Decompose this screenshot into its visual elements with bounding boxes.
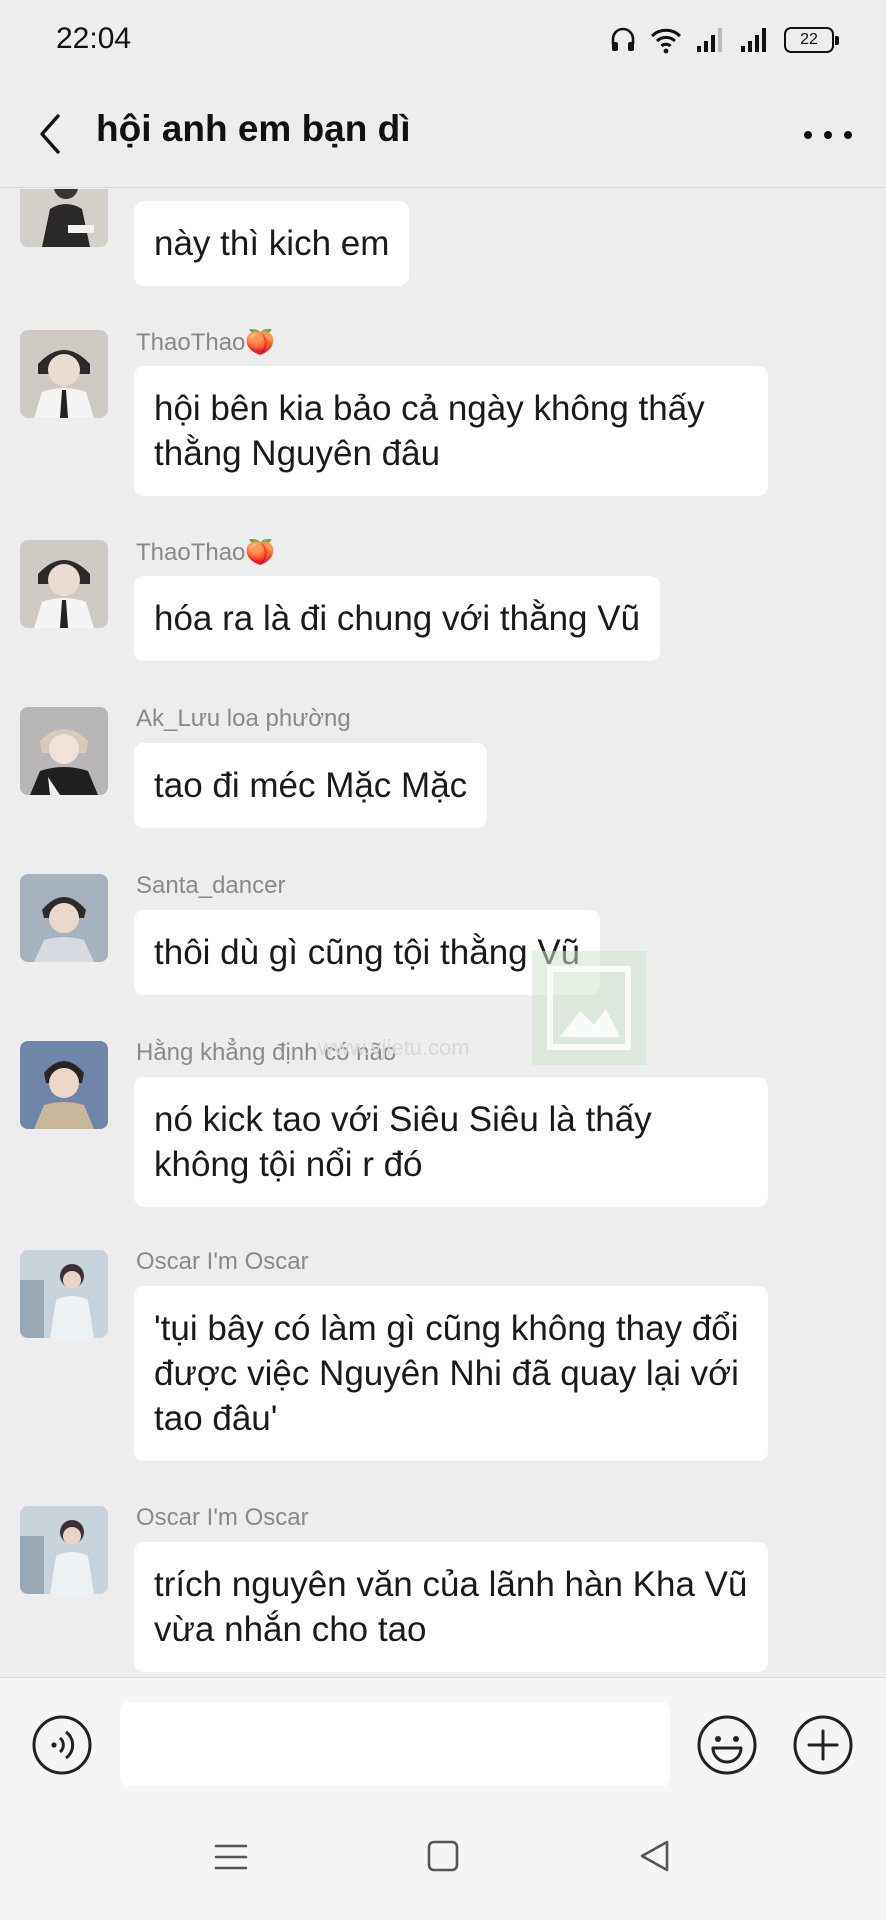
chat-title: hội anh em bạn dì <box>96 108 411 149</box>
message-text: trích nguyên văn của lãnh hàn Kha Vũ vừa… <box>154 1565 748 1649</box>
sender-name: ThaoThao🍑 <box>136 539 276 566</box>
avatar[interactable] <box>20 189 108 247</box>
headphones-icon <box>611 27 635 51</box>
battery-icon: 22 <box>784 27 839 53</box>
home-icon[interactable] <box>426 1838 460 1874</box>
input-bar <box>0 1677 886 1810</box>
person-photo-icon <box>20 540 108 628</box>
sender-name: Santa_dancer <box>136 872 286 899</box>
person-photo-icon <box>20 874 108 962</box>
avatar[interactable] <box>20 874 108 962</box>
signal-icon <box>697 28 722 52</box>
sender-name: Oscar I'm Oscar <box>136 1504 309 1531</box>
back-button[interactable] <box>30 110 74 158</box>
emoji-button[interactable] <box>696 1714 758 1776</box>
message-bubble[interactable]: trích nguyên văn của lãnh hàn Kha Vũ vừa… <box>134 1542 768 1672</box>
sender-name: Oscar I'm Oscar <box>136 1248 309 1275</box>
status-icons: 22 <box>610 22 839 58</box>
status-time: 22:04 <box>56 22 132 55</box>
avatar[interactable] <box>20 1506 108 1594</box>
person-photo-icon <box>20 1250 108 1338</box>
menu-icon[interactable] <box>214 1840 248 1874</box>
person-photo-icon <box>20 1506 108 1594</box>
message-bubble[interactable]: hóa ra là đi chung với thằng Vũ <box>134 576 661 661</box>
message-text: hội bên kia bảo cả ngày không thấy thằng… <box>154 389 705 473</box>
message-text: thôi dù gì cũng tội thằng Vũ <box>154 933 581 972</box>
message-text: 'tụi bây có làm gì cũng không thay đổi đ… <box>154 1309 739 1438</box>
add-attachment-button[interactable] <box>792 1714 854 1776</box>
sender-name: Ak_Lưu loa phường <box>136 705 351 732</box>
message-bubble[interactable]: hội bên kia bảo cả ngày không thấy thằng… <box>134 366 768 496</box>
battery-level: 22 <box>800 31 818 48</box>
wifi-icon <box>650 28 682 54</box>
avatar[interactable] <box>20 540 108 628</box>
person-photo-icon <box>20 330 108 418</box>
message-bubble[interactable]: 'tụi bây có làm gì cũng không thay đổi đ… <box>134 1286 768 1461</box>
chat-header: hội anh em bạn dì <box>0 80 886 188</box>
person-photo-icon <box>20 1041 108 1129</box>
status-bar: 22:04 22 <box>0 0 886 80</box>
message-text: tao đi méc Mặc Mặc <box>154 766 468 805</box>
message-bubble[interactable]: này thì kich em <box>134 201 410 286</box>
signal-icon <box>741 28 766 52</box>
person-photo-icon <box>20 189 108 247</box>
nav-back-icon[interactable] <box>638 1838 672 1874</box>
voice-input-button[interactable] <box>31 1714 93 1776</box>
sender-name: ThaoThao🍑 <box>136 329 276 356</box>
message-list[interactable]: này thì kich em ThaoThao🍑 hội bên kia bả… <box>0 189 886 1677</box>
system-navigation-bar <box>0 1810 886 1920</box>
message-text: nó kick tao với Siêu Siêu là thấy không … <box>154 1100 652 1184</box>
message-input[interactable] <box>120 1702 670 1786</box>
avatar[interactable] <box>20 1041 108 1129</box>
more-options-button[interactable] <box>800 120 856 150</box>
avatar[interactable] <box>20 330 108 418</box>
person-photo-icon <box>20 707 108 795</box>
message-bubble[interactable]: nó kick tao với Siêu Siêu là thấy không … <box>134 1077 768 1207</box>
avatar[interactable] <box>20 1250 108 1338</box>
message-text: này thì kich em <box>154 224 390 263</box>
message-bubble[interactable]: tao đi méc Mặc Mặc <box>134 743 488 828</box>
sender-name: Hằng khẳng định có não <box>136 1039 397 1066</box>
avatar[interactable] <box>20 707 108 795</box>
message-bubble[interactable]: thôi dù gì cũng tội thằng Vũ <box>134 910 601 995</box>
message-text: hóa ra là đi chung với thằng Vũ <box>154 599 641 638</box>
